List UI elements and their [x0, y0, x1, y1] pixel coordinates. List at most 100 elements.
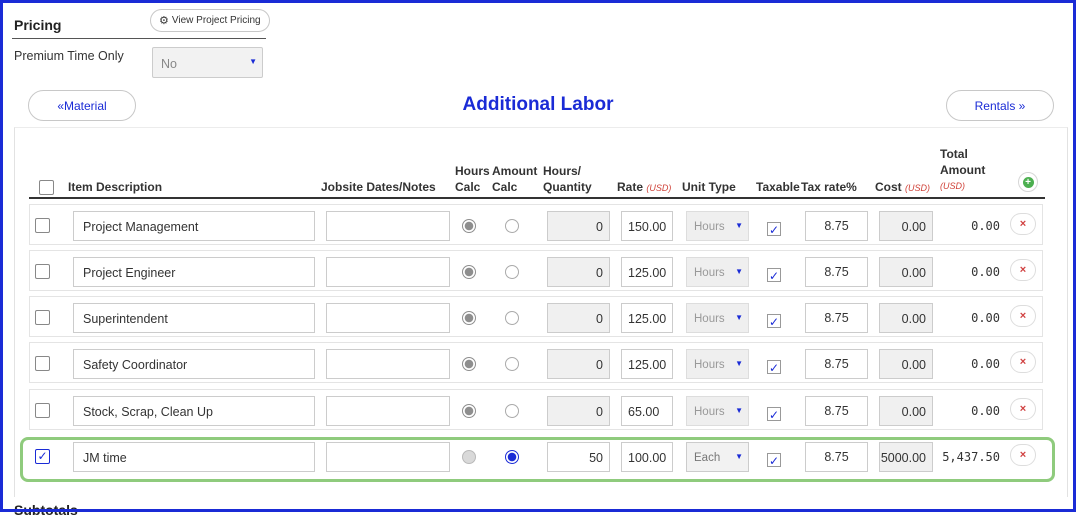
taxable-checkbox[interactable]: ✓ — [767, 268, 781, 283]
cost-field: 0.00 — [879, 211, 933, 241]
row-select-checkbox[interactable] — [35, 310, 50, 325]
jobsite-notes-input[interactable] — [326, 442, 450, 472]
quantity-input[interactable]: 0 — [547, 257, 610, 287]
header-hours-calc-line2: Calc — [455, 180, 481, 194]
header-cost-unit: (USD) — [905, 183, 931, 193]
header-hours-calc-line1: Hours — [455, 164, 490, 178]
amount-calc-radio[interactable] — [505, 404, 519, 418]
pricing-title: Pricing — [14, 17, 62, 33]
caret-down-icon: ▼ — [735, 267, 743, 276]
cost-field: 0.00 — [879, 303, 933, 333]
tax-rate-input[interactable]: 8.75 — [805, 396, 868, 426]
header-item-description: Item Description — [68, 180, 163, 194]
jobsite-notes-input[interactable] — [326, 396, 450, 426]
delete-row-button[interactable]: × — [1010, 305, 1036, 327]
item-description-input[interactable]: Project Management — [73, 211, 315, 241]
jobsite-notes-input[interactable] — [326, 257, 450, 287]
row-select-checkbox[interactable]: ✓ — [35, 449, 50, 464]
amount-calc-radio[interactable] — [505, 265, 519, 279]
delete-row-button[interactable]: × — [1010, 213, 1036, 235]
header-total-unit: (USD) — [940, 181, 965, 191]
header-cost-label: Cost — [875, 180, 902, 194]
tax-rate-input[interactable]: 8.75 — [805, 303, 868, 333]
header-rate-label: Rate — [617, 180, 644, 194]
rate-input[interactable]: 125.00 — [621, 349, 673, 379]
hours-calc-radio[interactable] — [462, 450, 476, 464]
rate-input[interactable]: 125.00 — [621, 303, 673, 333]
amount-calc-radio[interactable] — [505, 219, 519, 233]
rate-input[interactable]: 150.00 — [621, 211, 673, 241]
header-divider — [29, 197, 1045, 199]
delete-row-button[interactable]: × — [1010, 444, 1036, 466]
section-title: Additional Labor — [462, 94, 614, 115]
gear-icon: ⚙ — [159, 15, 169, 27]
item-description-input[interactable]: Safety Coordinator — [73, 349, 315, 379]
unit-type-select[interactable]: Hours ▼ — [686, 303, 749, 333]
header-total-line2: Amount — [940, 163, 986, 177]
quantity-input[interactable]: 0 — [547, 396, 610, 426]
item-description-input[interactable]: Project Engineer — [73, 257, 315, 287]
amount-calc-radio[interactable] — [505, 357, 519, 371]
delete-row-button[interactable]: × — [1010, 398, 1036, 420]
delete-row-button[interactable]: × — [1010, 259, 1036, 281]
unit-type-select[interactable]: Hours ▼ — [686, 396, 749, 426]
header-amount-calc-line1: Amount — [492, 164, 538, 178]
row-select-checkbox[interactable] — [35, 356, 50, 371]
row-select-checkbox[interactable] — [35, 264, 50, 279]
add-row-button[interactable]: + — [1018, 172, 1038, 192]
tax-rate-input[interactable]: 8.75 — [805, 257, 868, 287]
quantity-input[interactable]: 0 — [547, 303, 610, 333]
hours-calc-radio[interactable] — [462, 404, 476, 418]
unit-type-select[interactable]: Each ▼ — [686, 442, 749, 472]
taxable-checkbox[interactable]: ✓ — [767, 453, 781, 468]
item-description-input[interactable]: JM time — [73, 442, 315, 472]
header-total-amount: Total Amount (USD) — [940, 146, 985, 194]
total-amount: 0.00 — [971, 357, 1000, 371]
delete-row-button[interactable]: × — [1010, 351, 1036, 373]
plus-icon: + — [1022, 176, 1034, 188]
jobsite-notes-input[interactable] — [326, 303, 450, 333]
rate-input[interactable]: 100.00 — [621, 442, 673, 472]
taxable-checkbox[interactable]: ✓ — [767, 222, 781, 237]
quantity-input[interactable]: 50 — [547, 442, 610, 472]
view-project-pricing-button[interactable]: ⚙ View Project Pricing — [150, 9, 270, 32]
rentals-nav-button[interactable]: Rentals » — [946, 90, 1054, 121]
jobsite-notes-input[interactable] — [326, 349, 450, 379]
row-select-checkbox[interactable] — [35, 403, 50, 418]
tax-rate-input[interactable]: 8.75 — [805, 211, 868, 241]
row-select-checkbox[interactable] — [35, 218, 50, 233]
item-description-input[interactable]: Superintendent — [73, 303, 315, 333]
unit-type-select[interactable]: Hours ▼ — [686, 211, 749, 241]
hours-calc-radio[interactable] — [462, 357, 476, 371]
unit-type-select[interactable]: Hours ▼ — [686, 257, 749, 287]
unit-type-value: Hours — [694, 313, 725, 325]
hours-calc-radio[interactable] — [462, 311, 476, 325]
taxable-checkbox[interactable]: ✓ — [767, 314, 781, 329]
amount-calc-radio[interactable] — [505, 450, 519, 464]
unit-type-select[interactable]: Hours ▼ — [686, 349, 749, 379]
caret-down-icon: ▼ — [735, 221, 743, 230]
item-description-input[interactable]: Stock, Scrap, Clean Up — [73, 396, 315, 426]
caret-down-icon: ▼ — [735, 313, 743, 322]
header-total-line1: Total — [940, 147, 968, 161]
taxable-checkbox[interactable]: ✓ — [767, 360, 781, 375]
select-all-checkbox[interactable] — [39, 180, 54, 195]
tax-rate-input[interactable]: 8.75 — [805, 349, 868, 379]
cost-field: 0.00 — [879, 396, 933, 426]
tax-rate-input[interactable]: 8.75 — [805, 442, 868, 472]
taxable-checkbox[interactable]: ✓ — [767, 407, 781, 422]
header-taxable: Taxable — [756, 180, 800, 194]
header-hours-quantity-line1: Hours/ — [543, 164, 582, 178]
jobsite-notes-input[interactable] — [326, 211, 450, 241]
unit-type-value: Hours — [694, 406, 725, 418]
quantity-input[interactable]: 0 — [547, 211, 610, 241]
hours-calc-radio[interactable] — [462, 265, 476, 279]
double-chevron-right-icon: » — [1018, 98, 1026, 113]
amount-calc-radio[interactable] — [505, 311, 519, 325]
rate-input[interactable]: 65.00 — [621, 396, 673, 426]
rate-input[interactable]: 125.00 — [621, 257, 673, 287]
quantity-input[interactable]: 0 — [547, 349, 610, 379]
premium-time-select[interactable]: No ▼ — [152, 47, 263, 78]
hours-calc-radio[interactable] — [462, 219, 476, 233]
total-amount: 0.00 — [971, 265, 1000, 279]
